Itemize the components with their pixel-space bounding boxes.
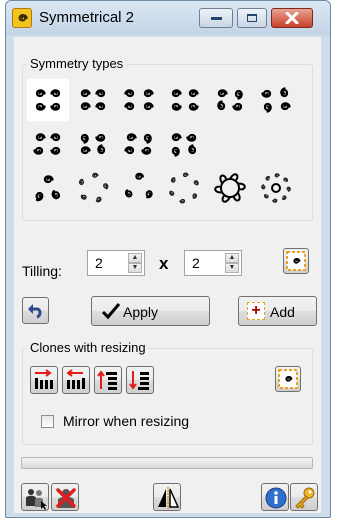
symmetry-rotate-4-star[interactable]	[72, 167, 114, 209]
symmetry-mirror-pair-c[interactable]	[118, 123, 160, 165]
info-button[interactable]	[261, 483, 289, 511]
add-button[interactable]: + Add	[238, 296, 317, 326]
spiral-knot-icon	[12, 8, 32, 28]
spiral-options-icon	[278, 369, 298, 389]
delete-button[interactable]	[51, 483, 79, 511]
symmetry-mirror-left-right[interactable]	[27, 79, 69, 121]
check-icon	[101, 303, 121, 320]
clones-options-button[interactable]	[275, 366, 301, 392]
symmetry-rotate-6[interactable]	[163, 167, 205, 209]
symmetry-types-group: Symmetry types	[22, 56, 313, 221]
delete-red-x-icon	[56, 488, 76, 508]
spin-down-icon[interactable]: ▼	[225, 263, 239, 273]
maximize-button[interactable]	[237, 8, 267, 28]
symmetry-rotate-4[interactable]	[255, 79, 297, 121]
minimize-icon	[211, 17, 222, 20]
resize-bars-right-icon	[35, 369, 53, 389]
tilling-y-spinner[interactable]: 2 ▲ ▼	[184, 250, 242, 276]
symmetry-rotate-3-trefoil[interactable]	[118, 167, 160, 209]
resize-bars-left-icon	[66, 369, 85, 389]
undo-arrow-icon	[28, 304, 42, 319]
tilling-x-spinner[interactable]: 2 ▲ ▼	[87, 250, 145, 276]
apply-button[interactable]: Apply	[91, 296, 210, 326]
spiral-options-icon	[286, 251, 306, 271]
resize-lines-up-icon	[97, 370, 117, 390]
mirror-when-resizing-checkbox[interactable]	[41, 415, 54, 428]
people-select-icon	[26, 489, 47, 510]
mirror-button[interactable]	[153, 483, 181, 511]
key-button[interactable]	[290, 483, 318, 511]
symmetry-types-label: Symmetry types	[27, 56, 127, 71]
tilling-y-value: 2	[192, 255, 200, 271]
maximize-icon	[247, 14, 257, 22]
symmetry-rotate-2[interactable]	[209, 79, 251, 121]
symmetry-mirror-quad[interactable]	[118, 79, 160, 121]
window-client-area: Symmetry types Tilling: 2 ▲ ▼ x 2 ▲ ▼ Ap…	[14, 37, 321, 513]
symmetry-mirror-pair-d[interactable]	[163, 123, 205, 165]
symmetry-mirror-pair-b[interactable]	[72, 123, 114, 165]
progress-bar	[21, 457, 313, 469]
symmetry-rotate-8[interactable]	[255, 167, 297, 209]
resize-lines-down-icon	[129, 371, 149, 390]
symmetrical-window: Symmetrical 2 Symmetry types Tilling: 2 …	[5, 0, 331, 518]
spin-up-icon[interactable]: ▲	[225, 253, 239, 263]
close-icon	[285, 12, 299, 24]
resize-bars-right-button[interactable]	[30, 366, 58, 394]
tilling-x-value: 2	[95, 255, 103, 271]
symmetry-mirror-pair-a[interactable]	[27, 123, 69, 165]
add-label: Add	[270, 304, 295, 320]
window-title: Symmetrical 2	[39, 9, 135, 26]
plus-box-icon: +	[247, 302, 265, 320]
resize-bars-left-button[interactable]	[62, 366, 90, 394]
symmetry-mirror-vertical[interactable]	[163, 79, 205, 121]
close-button[interactable]	[271, 8, 313, 28]
spin-up-icon[interactable]: ▲	[128, 253, 142, 263]
tilling-times: x	[159, 254, 169, 273]
resize-lines-down-button[interactable]	[126, 366, 154, 394]
tilling-options-button[interactable]	[283, 248, 309, 274]
resize-lines-up-button[interactable]	[94, 366, 122, 394]
title-bar[interactable]: Symmetrical 2	[6, 1, 330, 35]
clones-resizing-label: Clones with resizing	[27, 340, 149, 355]
symmetry-rotate-6-ring[interactable]	[209, 167, 251, 209]
minimize-button[interactable]	[199, 8, 233, 28]
spin-down-icon[interactable]: ▼	[128, 263, 142, 273]
info-icon	[265, 487, 287, 509]
apply-label: Apply	[123, 304, 159, 320]
mirror-triangles-icon	[158, 487, 180, 509]
tilling-label: Tilling:	[22, 263, 62, 279]
select-people-button[interactable]	[21, 483, 49, 511]
key-icon	[295, 487, 315, 509]
symmetry-mirror-both[interactable]	[72, 79, 114, 121]
clones-resizing-group: Clones with resizing Mirror when resizin…	[22, 340, 313, 445]
mirror-when-resizing-label[interactable]: Mirror when resizing	[63, 413, 189, 429]
undo-button[interactable]	[22, 297, 49, 324]
symmetry-rotate-3[interactable]	[27, 167, 69, 209]
